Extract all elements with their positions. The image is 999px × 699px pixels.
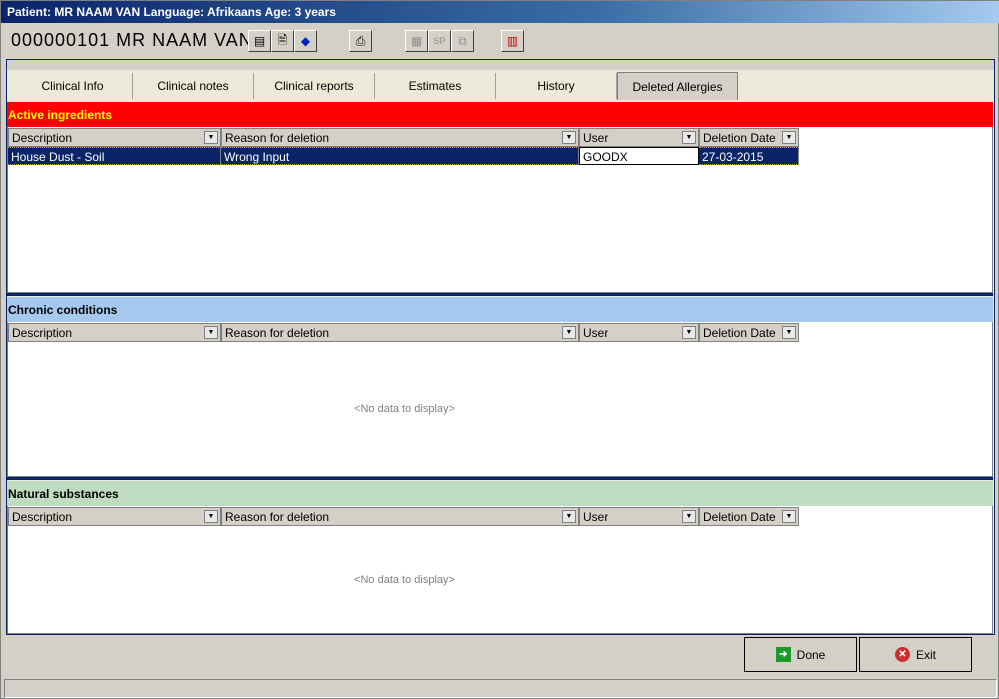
exit-button[interactable]: ✕ Exit	[859, 637, 972, 672]
active-ingredients-header: Active ingredients	[7, 102, 993, 127]
printer-icon[interactable]: ⎙	[349, 30, 372, 52]
dropdown-icon[interactable]: ▼	[204, 326, 218, 339]
dropdown-icon[interactable]: ▼	[562, 326, 576, 339]
cell-description[interactable]: House Dust - Soil	[8, 147, 221, 165]
grid-doc-icon[interactable]: ▦	[405, 30, 428, 52]
column-label: Description	[12, 326, 73, 340]
chart-icon[interactable]: ▥	[501, 30, 524, 52]
column-label: User	[583, 510, 609, 524]
book-icon[interactable]: ◆	[294, 30, 317, 52]
column-user[interactable]: User ▼	[579, 507, 699, 526]
column-deletion-date[interactable]: Deletion Date ▼	[699, 507, 799, 526]
column-user[interactable]: User ▼	[579, 128, 699, 147]
cell-date[interactable]: 27-03-2015	[699, 147, 799, 165]
arrow-right-icon: ➜	[775, 647, 791, 662]
exit-label: Exit	[915, 647, 936, 662]
tab-history[interactable]: History	[496, 73, 617, 99]
dropdown-icon[interactable]: ▼	[782, 326, 796, 339]
document-icon[interactable]: 🗎	[271, 30, 294, 52]
column-reason[interactable]: Reason for deletion ▼	[221, 128, 579, 147]
divider	[7, 293, 993, 296]
column-label: Deletion Date	[703, 131, 776, 145]
column-reason[interactable]: Reason for deletion ▼	[221, 507, 579, 526]
dropdown-icon[interactable]: ▼	[562, 510, 576, 523]
copy-pages-icon[interactable]: ▤	[248, 30, 271, 52]
tab-clinical-info[interactable]: Clinical Info	[13, 73, 133, 99]
empty-message: <No data to display>	[354, 403, 455, 415]
empty-message: <No data to display>	[354, 574, 455, 586]
dropdown-icon[interactable]: ▼	[562, 131, 576, 144]
dropdown-icon[interactable]: ▼	[204, 510, 218, 523]
dropdown-icon[interactable]: ▼	[682, 131, 696, 144]
column-label: Deletion Date	[703, 510, 776, 524]
cell-user[interactable]: GOODX	[579, 147, 699, 165]
title-bar: Patient: MR NAAM VAN Language: Afrikaans…	[1, 1, 999, 23]
done-label: Done	[796, 647, 826, 662]
column-description[interactable]: Description ▼	[8, 128, 221, 147]
tab-estimates[interactable]: Estimates	[375, 73, 496, 99]
tab-clinical-reports[interactable]: Clinical reports	[254, 73, 375, 99]
patient-id: 000000101 MR NAAM VAN	[11, 30, 253, 50]
grid-header: Description ▼ Reason for deletion ▼ User ▼ …	[8, 323, 799, 342]
table-row[interactable]: House Dust - Soil Wrong Input GOODX 27-0…	[8, 147, 799, 165]
tab-deleted-allergies[interactable]: Deleted Allergies	[617, 72, 738, 100]
close-icon: ✕	[894, 647, 910, 662]
column-user[interactable]: User ▼	[579, 323, 699, 342]
column-label: Description	[12, 131, 73, 145]
dropdown-icon[interactable]: ▼	[682, 326, 696, 339]
natural-substances-header: Natural substances	[7, 481, 993, 506]
column-label: User	[583, 131, 609, 145]
column-description[interactable]: Description ▼	[8, 323, 221, 342]
column-label: Description	[12, 510, 73, 524]
dropdown-icon[interactable]: ▼	[782, 131, 796, 144]
column-deletion-date[interactable]: Deletion Date ▼	[699, 128, 799, 147]
sp-icon[interactable]: SP	[428, 30, 451, 52]
dropdown-icon[interactable]: ▼	[204, 131, 218, 144]
tab-clinical-notes[interactable]: Clinical notes	[133, 73, 254, 99]
column-label: Deletion Date	[703, 326, 776, 340]
column-deletion-date[interactable]: Deletion Date ▼	[699, 323, 799, 342]
chronic-conditions-header: Chronic conditions	[7, 297, 993, 322]
column-label: Reason for deletion	[225, 326, 330, 340]
status-bar	[4, 679, 997, 698]
done-button[interactable]: ➜ Done	[744, 637, 857, 672]
grid-header: Description ▼ Reason for deletion ▼ User ▼ …	[8, 507, 799, 526]
column-label: Reason for deletion	[225, 510, 330, 524]
column-label: User	[583, 326, 609, 340]
divider	[7, 477, 993, 480]
export-icon[interactable]: ⧉	[451, 30, 474, 52]
column-description[interactable]: Description ▼	[8, 507, 221, 526]
column-label: Reason for deletion	[225, 131, 330, 145]
cell-reason[interactable]: Wrong Input	[221, 147, 579, 165]
grid-header: Description ▼ Reason for deletion ▼ User ▼ …	[8, 128, 799, 147]
column-reason[interactable]: Reason for deletion ▼	[221, 323, 579, 342]
dropdown-icon[interactable]: ▼	[682, 510, 696, 523]
dropdown-icon[interactable]: ▼	[782, 510, 796, 523]
